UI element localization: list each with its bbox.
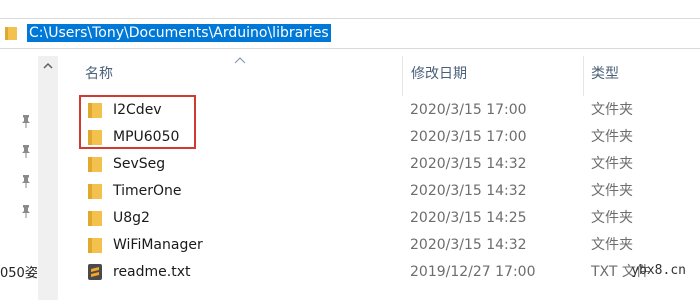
file-date: 2020/3/15 14:32 [410,237,527,253]
pin-icon[interactable] [20,174,32,188]
file-name: readme.txt [113,264,191,280]
file-name: WiFiManager [113,237,203,253]
watermark: ybx8.cn [631,263,686,278]
file-type: 文件夹 [591,183,633,199]
file-date: 2020/3/15 14:32 [410,156,527,172]
vertical-scrollbar[interactable] [38,56,58,300]
file-type: 文件夹 [591,237,633,253]
folder-icon [5,27,17,40]
file-name: SevSeg [113,156,166,172]
address-bar[interactable]: C:\Users\Tony\Documents\Arduino\librarie… [0,18,700,49]
file-date: 2020/3/15 17:00 [410,102,527,118]
file-name: U8g2 [113,210,150,226]
sublime-text-file-icon [88,264,102,280]
folder-icon [88,238,102,253]
file-name: TimerOne [113,183,182,199]
column-header-name[interactable]: 名称 [85,60,113,88]
column-divider[interactable] [402,56,403,96]
pin-icon[interactable] [20,204,32,218]
folder-icon [88,157,102,172]
folder-icon [88,184,102,199]
file-type: 文件夹 [591,129,633,145]
file-row[interactable]: readme.txt 2019/12/27 17:00 TXT 文件 [60,259,700,286]
file-type: 文件夹 [591,210,633,226]
column-header-date[interactable]: 修改日期 [411,60,467,88]
scroll-up-arrow-icon[interactable] [38,56,58,76]
column-divider[interactable] [583,56,584,96]
file-row[interactable]: U8g2 2020/3/15 14:25 文件夹 [60,205,700,232]
file-type: 文件夹 [591,102,633,118]
pin-icon[interactable] [20,144,32,158]
file-date: 2020/3/15 14:32 [410,183,527,199]
nav-item-partial[interactable]: 050姿 [0,262,38,281]
file-date: 2019/12/27 17:00 [410,264,536,280]
file-date: 2020/3/15 17:00 [410,129,527,145]
file-row[interactable]: WiFiManager 2020/3/15 14:32 文件夹 [60,232,700,259]
file-row[interactable]: SevSeg 2020/3/15 14:32 文件夹 [60,151,700,178]
file-date: 2020/3/15 14:25 [410,210,527,226]
file-type: 文件夹 [591,156,633,172]
highlight-box [79,95,196,149]
file-row[interactable]: TimerOne 2020/3/15 14:32 文件夹 [60,178,700,205]
sort-ascending-icon [234,57,246,64]
column-header-type[interactable]: 类型 [591,60,619,88]
pin-icon[interactable] [20,114,32,128]
folder-icon [88,211,102,226]
address-path[interactable]: C:\Users\Tony\Documents\Arduino\librarie… [27,24,331,42]
